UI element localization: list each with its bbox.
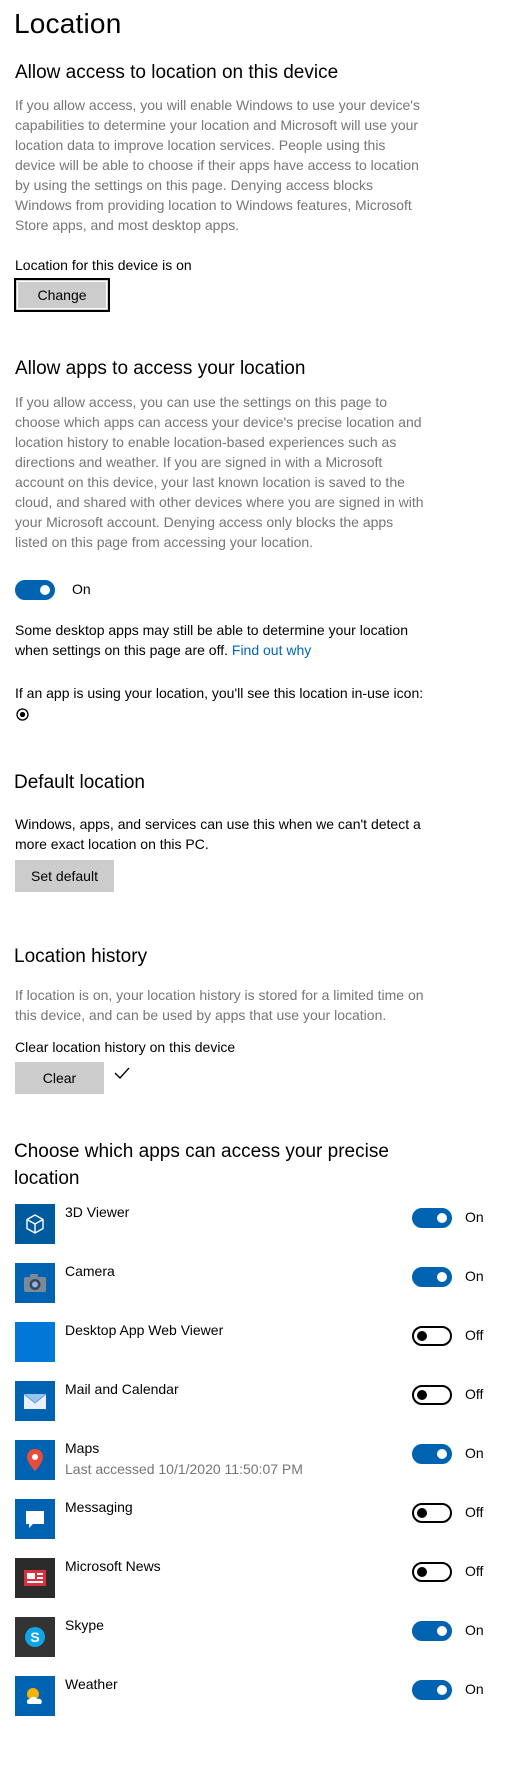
app-row-microsoft-news: Microsoft News Off <box>15 1558 495 1606</box>
device-access-description: If you allow access, you will enable Win… <box>15 97 420 233</box>
default-location-description: Windows, apps, and services can use this… <box>15 816 421 852</box>
app-toggle-state: On <box>465 1622 484 1638</box>
chat-bubble-icon <box>15 1499 55 1539</box>
app-row-weather: Weather On <box>15 1676 495 1724</box>
news-icon <box>15 1558 55 1598</box>
location-history-description: If location is on, your location history… <box>15 987 424 1023</box>
toggle-knob <box>417 1508 427 1518</box>
desktop-apps-note: Some desktop apps may still be able to d… <box>15 620 445 660</box>
toggle-knob <box>417 1331 427 1341</box>
camera-icon <box>15 1263 55 1303</box>
clear-history-label: Clear location history on this device <box>15 1039 236 1055</box>
app-name: 3D Viewer <box>65 1204 130 1220</box>
app-row-skype: S Skype On <box>15 1617 495 1665</box>
blank-app-icon <box>15 1322 55 1362</box>
app-access-toggle[interactable] <box>412 1326 452 1346</box>
app-toggle-state: On <box>465 1209 484 1225</box>
app-toggle-state: Off <box>465 1563 484 1579</box>
toggle-knob <box>437 1685 447 1695</box>
app-name: Mail and Calendar <box>65 1381 179 1397</box>
checkmark-icon <box>113 1066 131 1085</box>
app-access-toggle[interactable] <box>412 1680 452 1700</box>
app-name: Skype <box>65 1617 104 1633</box>
app-name: Camera <box>65 1263 115 1279</box>
app-name: Desktop App Web Viewer <box>65 1322 224 1338</box>
apps-access-description: If you allow access, you can use the set… <box>15 394 424 550</box>
weather-icon <box>15 1676 55 1716</box>
svg-text:S: S <box>30 1629 39 1645</box>
app-access-toggle[interactable] <box>412 1562 452 1582</box>
change-button[interactable]: Change <box>14 278 110 312</box>
page-title: Location <box>14 8 122 39</box>
apps-access-heading: Allow apps to access your location <box>15 358 306 379</box>
location-history-heading: Location history <box>14 946 148 967</box>
app-access-toggle[interactable] <box>412 1503 452 1523</box>
toggle-knob <box>40 585 50 595</box>
toggle-knob <box>437 1449 447 1459</box>
mail-icon <box>15 1381 55 1421</box>
location-in-use-icon <box>16 708 29 721</box>
device-access-heading: Allow access to location on this device <box>15 62 339 83</box>
app-name: Microsoft News <box>65 1558 161 1574</box>
app-toggle-state: Off <box>465 1327 484 1343</box>
apps-access-toggle[interactable] <box>15 580 55 600</box>
desktop-apps-note-text: Some desktop apps may still be able to d… <box>15 622 408 658</box>
app-list-heading: Choose which apps can access your precis… <box>14 1141 389 1189</box>
clear-button[interactable]: Clear <box>15 1062 104 1094</box>
set-default-button[interactable]: Set default <box>15 860 114 892</box>
app-name: Maps <box>65 1440 100 1456</box>
app-toggle-state: On <box>465 1268 484 1284</box>
app-row-mail-and-calendar: Mail and Calendar Off <box>15 1381 495 1429</box>
app-row-maps: Maps Last accessed 10/1/2020 11:50:07 PM O… <box>15 1440 495 1488</box>
app-access-toggle[interactable] <box>412 1208 452 1228</box>
app-toggle-state: Off <box>465 1504 484 1520</box>
cube-icon <box>15 1204 55 1244</box>
app-access-toggle[interactable] <box>412 1444 452 1464</box>
device-location-status: Location for this device is on <box>15 257 192 273</box>
default-location-heading: Default location <box>14 772 145 793</box>
app-row-desktop-app-web-viewer: Desktop App Web Viewer Off <box>15 1322 495 1370</box>
app-last-accessed: Last accessed 10/1/2020 11:50:07 PM <box>65 1461 303 1477</box>
apps-access-toggle-label: On <box>72 581 91 597</box>
app-toggle-state: On <box>465 1445 484 1461</box>
app-row-messaging: Messaging Off <box>15 1499 495 1547</box>
app-row-3d-viewer: 3D Viewer On <box>15 1204 495 1252</box>
app-access-toggle[interactable] <box>412 1621 452 1641</box>
app-toggle-state: On <box>465 1681 484 1697</box>
app-access-toggle[interactable] <box>412 1385 452 1405</box>
app-name: Weather <box>65 1676 118 1692</box>
app-row-camera: Camera On <box>15 1263 495 1311</box>
find-out-why-link[interactable]: Find out why <box>232 642 311 658</box>
toggle-knob <box>417 1390 427 1400</box>
toggle-knob <box>437 1272 447 1282</box>
skype-icon: S <box>15 1617 55 1657</box>
toggle-knob <box>417 1567 427 1577</box>
toggle-knob <box>437 1626 447 1636</box>
app-access-toggle[interactable] <box>412 1267 452 1287</box>
app-toggle-state: Off <box>465 1386 484 1402</box>
toggle-knob <box>437 1213 447 1223</box>
app-name: Messaging <box>65 1499 133 1515</box>
map-pin-icon <box>15 1440 55 1480</box>
location-in-use-note: If an app is using your location, you'll… <box>15 685 424 701</box>
